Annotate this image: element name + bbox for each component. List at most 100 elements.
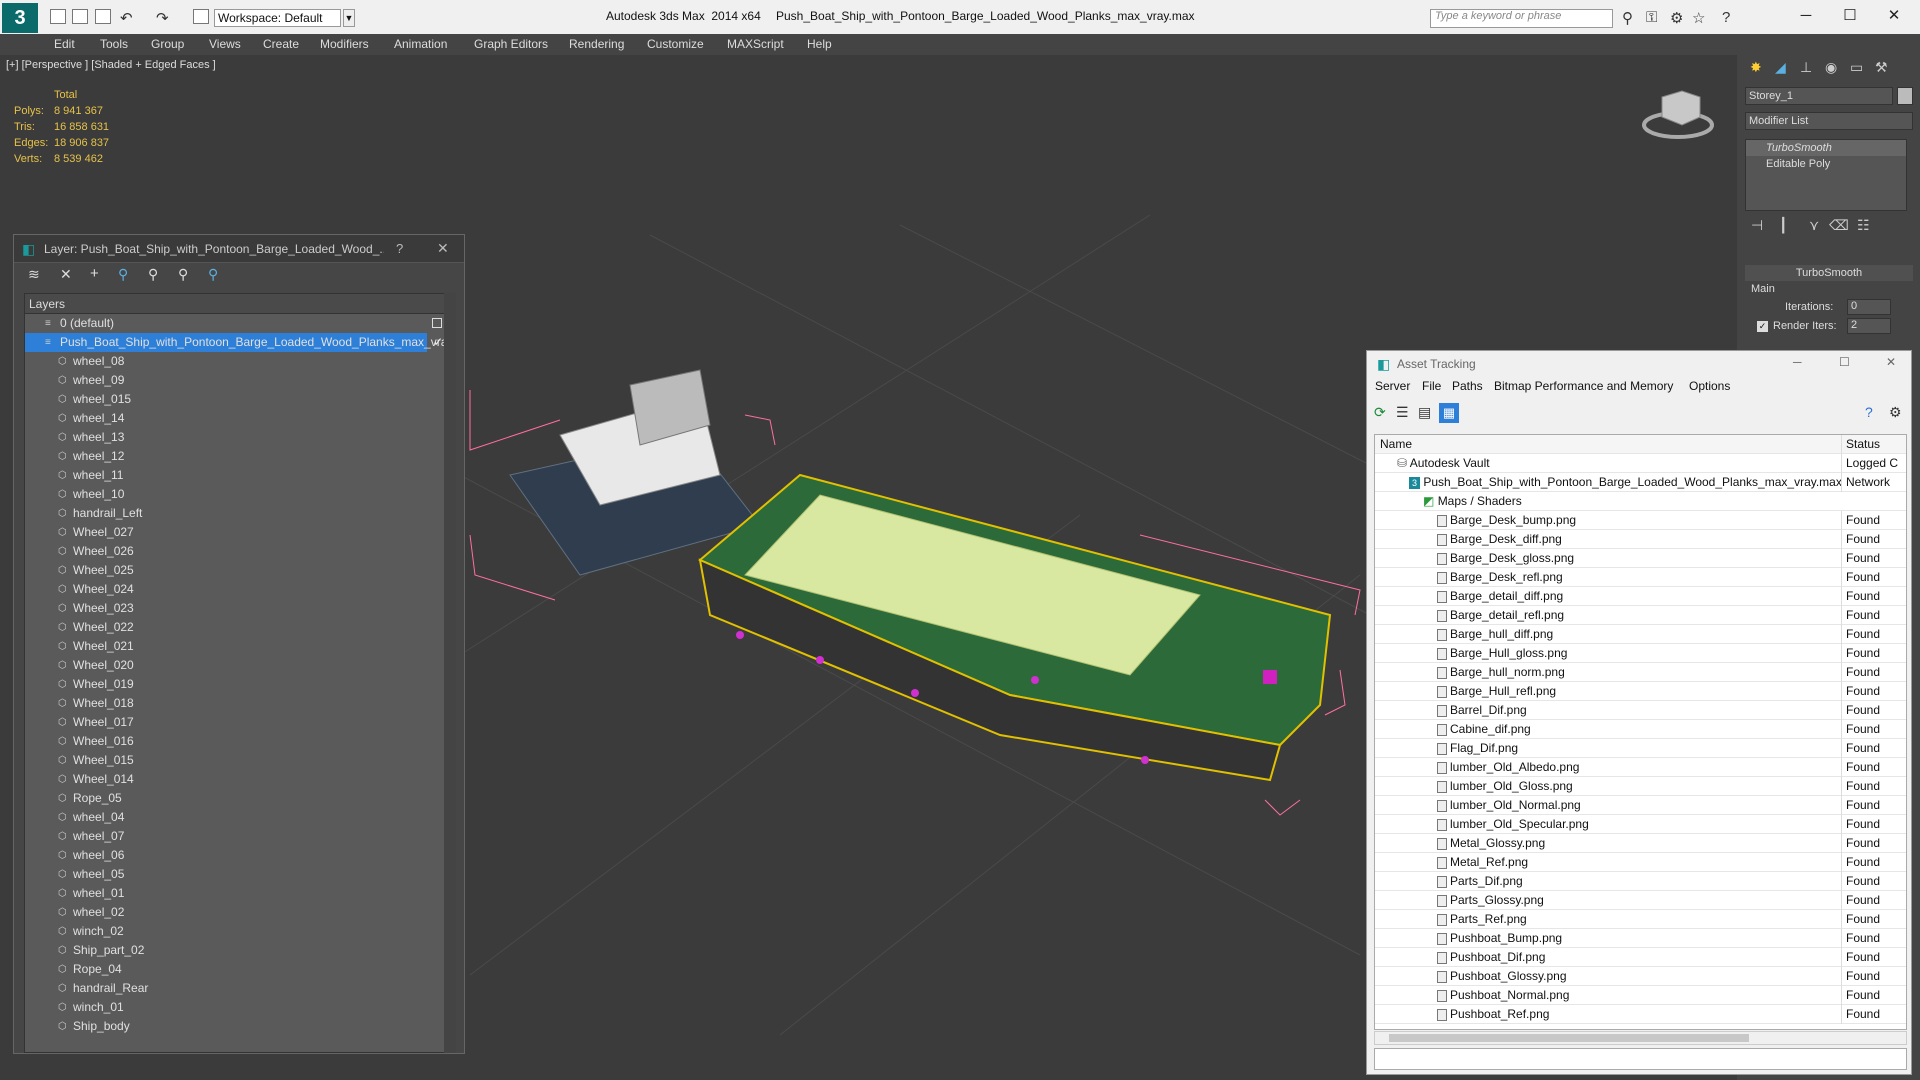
show-end-result-icon[interactable]: ┃: [1779, 217, 1787, 234]
object-name-field[interactable]: Storey_1: [1745, 87, 1893, 105]
menu-create[interactable]: Create: [263, 37, 299, 51]
layer-object-row[interactable]: ⬡ handrail_Left: [25, 504, 455, 523]
asset-menu-server[interactable]: Server: [1375, 379, 1410, 393]
workspace-select[interactable]: Workspace: Default: [214, 9, 341, 27]
layer-close-button[interactable]: ✕: [437, 240, 449, 257]
asset-map-row[interactable]: Barge_detail_diff.png Found: [1375, 587, 1906, 606]
asset-table[interactable]: Name Status ⛁ Autodesk Vault Logged C 3 …: [1374, 434, 1907, 1030]
list-view-icon[interactable]: ☰: [1396, 404, 1409, 421]
new-file-icon[interactable]: [50, 9, 66, 24]
star-icon[interactable]: ☆: [1692, 9, 1705, 27]
layer-object-row[interactable]: ⬡ Wheel_026: [25, 542, 455, 561]
asset-map-row[interactable]: Barge_Desk_refl.png Found: [1375, 568, 1906, 587]
layer-row-default[interactable]: ≡ 0 (default): [25, 314, 455, 333]
layer-object-row[interactable]: ⬡ Rope_04: [25, 960, 455, 979]
display-tab-icon[interactable]: ▭: [1850, 59, 1863, 76]
create-tab-icon[interactable]: ✸: [1750, 59, 1762, 76]
help-icon[interactable]: ?: [1722, 9, 1730, 26]
hierarchy-tab-icon[interactable]: ⊥: [1800, 59, 1812, 76]
layer-scrollbar[interactable]: [444, 293, 456, 1053]
column-name-header[interactable]: Name: [1380, 435, 1412, 454]
asset-horizontal-scrollbar[interactable]: [1374, 1031, 1907, 1045]
asset-map-row[interactable]: Pushboat_Bump.png Found: [1375, 929, 1906, 948]
asset-minimize-button[interactable]: ─: [1793, 355, 1802, 369]
layer-object-row[interactable]: ⬡ wheel_07: [25, 827, 455, 846]
asset-menu-file[interactable]: File: [1422, 379, 1441, 393]
thumbnail-view-icon[interactable]: ▤: [1418, 404, 1431, 421]
layer-object-row[interactable]: ⬡ wheel_08: [25, 352, 455, 371]
asset-path-field[interactable]: [1374, 1048, 1907, 1070]
layer-active-toggle[interactable]: [432, 318, 442, 328]
turbosmooth-rollout-title[interactable]: TurboSmooth: [1745, 265, 1913, 281]
layer-object-row[interactable]: ⬡ wheel_09: [25, 371, 455, 390]
open-file-icon[interactable]: [72, 9, 88, 24]
connect-icon[interactable]: ⚙: [1670, 9, 1683, 27]
asset-map-row[interactable]: lumber_Old_Normal.png Found: [1375, 796, 1906, 815]
minimize-button[interactable]: ─: [1784, 4, 1828, 28]
current-layer-checkmark[interactable]: ✓: [433, 333, 443, 352]
undo-icon[interactable]: ↶: [120, 9, 133, 27]
asset-map-row[interactable]: Barrel_Dif.png Found: [1375, 701, 1906, 720]
layer-object-row[interactable]: ⬡ wheel_10: [25, 485, 455, 504]
asset-row-vault[interactable]: ⛁ Autodesk Vault Logged C: [1375, 454, 1906, 473]
make-unique-icon[interactable]: ⋎: [1809, 217, 1819, 234]
layer-object-row[interactable]: ⬡ wheel_06: [25, 846, 455, 865]
menu-rendering[interactable]: Rendering: [569, 37, 624, 51]
menu-views[interactable]: Views: [209, 37, 241, 51]
layer-object-row[interactable]: ⬡ wheel_04: [25, 808, 455, 827]
highlight-layer-icon[interactable]: ⚲: [148, 266, 158, 283]
layer-object-row[interactable]: ⬡ Wheel_022: [25, 618, 455, 637]
layer-object-row[interactable]: ⬡ wheel_12: [25, 447, 455, 466]
freeze-layers-icon[interactable]: ⚲: [208, 266, 218, 283]
workspace-dropdown-icon[interactable]: ▼: [343, 9, 355, 27]
column-status-header[interactable]: Status: [1841, 435, 1901, 454]
viewcube[interactable]: [1642, 90, 1714, 139]
asset-map-row[interactable]: Parts_Dif.png Found: [1375, 872, 1906, 891]
refresh-icon[interactable]: ⟳: [1374, 404, 1386, 421]
redo-icon[interactable]: ↷: [156, 9, 169, 27]
asset-map-row[interactable]: lumber_Old_Gloss.png Found: [1375, 777, 1906, 796]
close-button[interactable]: ✕: [1872, 4, 1916, 28]
new-layer-icon[interactable]: ≋: [28, 266, 40, 283]
modify-tab-icon[interactable]: ◢: [1775, 59, 1786, 76]
remove-modifier-icon[interactable]: ⌫: [1829, 217, 1849, 234]
layer-object-row[interactable]: ⬡ wheel_01: [25, 884, 455, 903]
menu-edit[interactable]: Edit: [54, 37, 75, 51]
maximize-button[interactable]: ☐: [1828, 4, 1872, 28]
layer-object-row[interactable]: ⬡ Wheel_016: [25, 732, 455, 751]
configure-sets-icon[interactable]: ☷: [1857, 217, 1870, 234]
layer-object-row[interactable]: ⬡ Rope_05: [25, 789, 455, 808]
asset-map-row[interactable]: Metal_Ref.png Found: [1375, 853, 1906, 872]
layer-object-row[interactable]: ⬡ Ship_part_02: [25, 941, 455, 960]
layer-help-button[interactable]: ?: [396, 241, 403, 256]
asset-map-row[interactable]: Parts_Glossy.png Found: [1375, 891, 1906, 910]
app-logo-button[interactable]: 3: [2, 3, 38, 33]
layer-object-row[interactable]: ⬡ Wheel_019: [25, 675, 455, 694]
hide-layers-icon[interactable]: ⚲: [178, 266, 188, 283]
key-icon[interactable]: ⚿: [1646, 9, 1657, 26]
asset-map-row[interactable]: Pushboat_Ref.png Found: [1375, 1005, 1906, 1024]
binoculars-icon[interactable]: ⚲: [1622, 9, 1633, 27]
scrollbar-thumb[interactable]: [1389, 1034, 1749, 1042]
menu-modifiers[interactable]: Modifiers: [320, 37, 369, 51]
render-iters-checkbox[interactable]: ✓: [1757, 321, 1768, 332]
asset-map-row[interactable]: Flag_Dif.png Found: [1375, 739, 1906, 758]
asset-map-row[interactable]: Barge_Desk_gloss.png Found: [1375, 549, 1906, 568]
menu-customize[interactable]: Customize: [647, 37, 704, 51]
menu-maxscript[interactable]: MAXScript: [727, 37, 784, 51]
layer-object-row[interactable]: ⬡ winch_01: [25, 998, 455, 1017]
layer-object-row[interactable]: ⬡ Wheel_024: [25, 580, 455, 599]
asset-row-file[interactable]: 3 Push_Boat_Ship_with_Pontoon_Barge_Load…: [1375, 473, 1906, 492]
layer-window-titlebar[interactable]: ◧ Layer: Push_Boat_Ship_with_Pontoon_Bar…: [14, 235, 464, 263]
asset-map-row[interactable]: Parts_Ref.png Found: [1375, 910, 1906, 929]
layer-object-row[interactable]: ⬡ handrail_Rear: [25, 979, 455, 998]
asset-map-row[interactable]: Pushboat_Dif.png Found: [1375, 948, 1906, 967]
asset-menu-options[interactable]: Options: [1689, 379, 1730, 393]
asset-row-maps-group[interactable]: ◩ Maps / Shaders: [1375, 492, 1906, 511]
pin-stack-icon[interactable]: ⊣: [1751, 217, 1763, 234]
layer-object-row[interactable]: ⬡ wheel_05: [25, 865, 455, 884]
layer-object-row[interactable]: ⬡ wheel_13: [25, 428, 455, 447]
asset-map-row[interactable]: Barge_Hull_gloss.png Found: [1375, 644, 1906, 663]
table-view-icon[interactable]: ▦: [1439, 403, 1459, 423]
asset-map-row[interactable]: Barge_Hull_refl.png Found: [1375, 682, 1906, 701]
